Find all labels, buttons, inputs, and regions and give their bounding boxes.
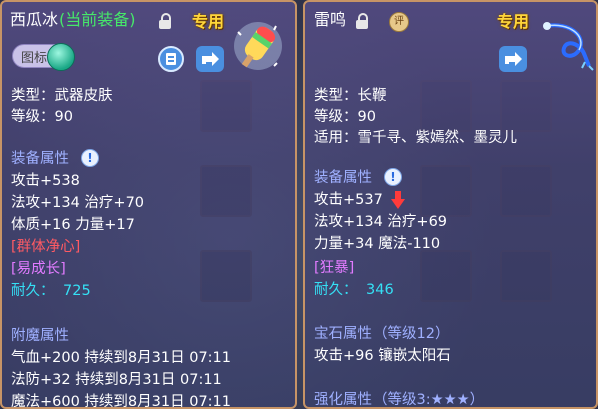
toggle-knob [47,43,75,71]
stat-line: 体质+16 力量+17 [11,217,135,233]
popsicle-skin-icon [234,22,282,70]
gem-attr-title: 宝石属性 [314,326,372,342]
enchant-attr-title: 附魔属性 [11,328,69,344]
durability-label: 耐久： [11,283,55,299]
info-icon[interactable]: ! [81,149,99,167]
special-skill: [易成长] [11,261,66,277]
gem-level: （等级12） [373,326,450,342]
item-suitable: 适用：雪千寻、紫嫣然、墨灵儿 [314,130,517,146]
equip-attr-title: 装备属性 [314,170,372,186]
durability-label: 耐久： [314,282,358,298]
durability-value: 725 [63,283,91,299]
compare-item-tooltip: 雷鸣 评 专用 类型：长鞭 等级：90 适用：雪千寻、紫嫣然、墨灵儿 装备属性 … [303,0,598,409]
item-type: 类型：长鞭 [314,88,387,104]
share-icon[interactable] [196,46,224,72]
stat-line: 攻击+538 [11,173,80,189]
exclusive-tag: 专用 [497,12,530,31]
gem-line: 攻击+96 镶嵌太阳石 [314,348,451,364]
enchant-line: 气血+200 持续到8月31日 07:11 [11,350,232,366]
item-level: 等级：90 [314,109,376,125]
item-type: 类型：武器皮肤 [11,88,113,104]
stat-line: 法攻+134 治疗+69 [314,214,448,230]
enhance-attr-title: 强化属性 [314,392,372,408]
calendar-icon[interactable] [158,46,184,72]
enchant-line: 魔法+600 持续到8月31日 07:11 [11,394,232,409]
item-name: 雷鸣 [314,10,347,29]
rating-badge[interactable]: 评 [389,12,409,32]
enchant-line: 法防+32 持续到8月31日 07:11 [11,372,222,388]
icon-toggle[interactable]: 图标 [12,43,75,71]
lock-icon[interactable] [158,13,172,29]
share-icon[interactable] [499,46,527,72]
whip-weapon-icon [543,22,594,71]
info-icon[interactable]: ! [384,168,402,186]
durability-value: 346 [366,282,394,298]
enhance-level: （等级3:★★★） [373,392,485,408]
equipped-item-tooltip: 西瓜冰 (当前装备) 专用 图标 类型：武器皮肤 等级：90 装备属性 ! 攻击… [0,0,297,409]
stat-line: 攻击+537 [314,192,383,208]
special-effect: [群体净心] [11,239,81,255]
decrease-arrow-icon [391,191,405,209]
stat-line: 力量+34 魔法-110 [314,236,441,252]
exclusive-tag: 专用 [192,12,225,31]
equipped-tag: (当前装备) [59,10,136,29]
lock-icon[interactable] [355,13,369,29]
item-name: 西瓜冰 [10,10,59,29]
stat-line: 法攻+134 治疗+70 [11,195,145,211]
item-level: 等级：90 [11,109,73,125]
equip-attr-title: 装备属性 [11,151,69,167]
icon-toggle-label: 图标 [21,51,48,66]
special-skill: [狂暴] [314,260,355,276]
